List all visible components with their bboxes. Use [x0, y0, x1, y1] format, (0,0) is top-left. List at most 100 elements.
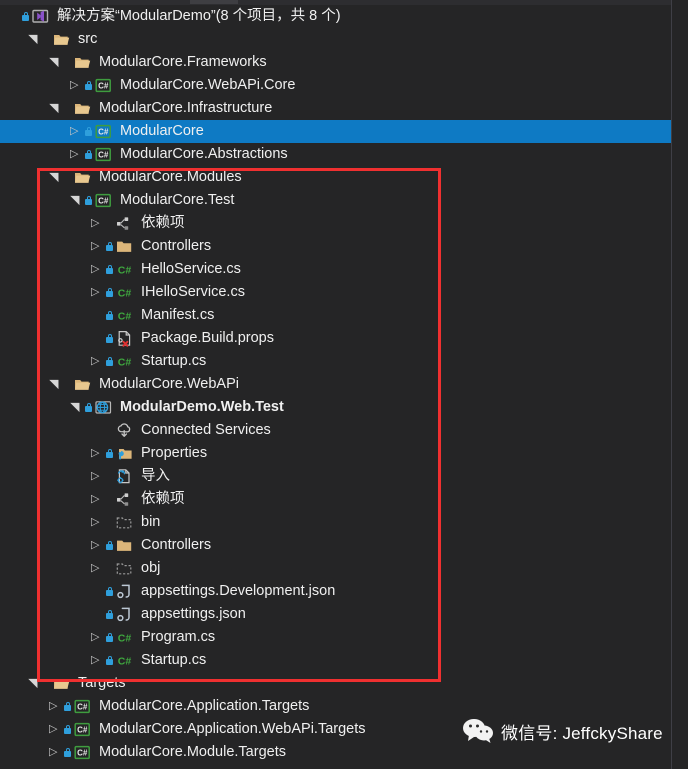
chevron-right-icon[interactable]: [90, 511, 105, 534]
tree-row-label: ModularCore.WebAPi: [99, 376, 239, 392]
tree-row[interactable]: bin: [0, 511, 671, 534]
chevron-right-icon[interactable]: [69, 143, 84, 166]
solution-tree[interactable]: 解决方案“ModularDemo”(8 个项目，共 8 个) src Modular…: [0, 5, 671, 764]
tree-row[interactable]: Package.Build.props: [0, 327, 671, 350]
tree-row[interactable]: src: [0, 28, 671, 51]
properties-folder-icon: [115, 442, 135, 465]
chevron-right-icon[interactable]: [69, 74, 84, 97]
tree-row[interactable]: 导入: [0, 465, 671, 488]
vertical-scrollbar-track[interactable]: [672, 0, 688, 769]
csharp-file-icon: C#: [115, 649, 135, 672]
tree-row[interactable]: appsettings.json: [0, 603, 671, 626]
tree-row[interactable]: C# ModularCore.Application.Targets: [0, 695, 671, 718]
chevron-down-icon[interactable]: [48, 97, 63, 120]
tree-row[interactable]: 依赖项: [0, 488, 671, 511]
tree-row-label: Package.Build.props: [141, 330, 274, 346]
tree-row-label: obj: [141, 560, 161, 576]
tree-row-label: 依赖项: [141, 215, 185, 231]
tree-row-label: ModularDemo.Web.Test: [120, 399, 284, 415]
tree-row-label: IHelloService.cs: [141, 284, 245, 300]
lock-icon: [105, 649, 114, 672]
tree-row-label: 依赖项: [141, 491, 185, 507]
tree-row[interactable]: Controllers: [0, 534, 671, 557]
chevron-down-icon[interactable]: [27, 28, 42, 51]
chevron-right-icon[interactable]: [90, 350, 105, 373]
chevron-right-icon[interactable]: [90, 442, 105, 465]
hidden-folder-icon: [115, 511, 135, 534]
folder-open-icon: [52, 672, 72, 695]
svg-text:C#: C#: [98, 196, 109, 205]
lock-icon: [105, 626, 114, 649]
chevron-right-icon[interactable]: [90, 235, 105, 258]
svg-text:C#: C#: [77, 725, 88, 734]
chevron-right-icon[interactable]: [90, 281, 105, 304]
chevron-right-icon[interactable]: [90, 557, 105, 580]
wechat-logo: [462, 718, 494, 744]
tree-row[interactable]: C# ModularCore.Abstractions: [0, 143, 671, 166]
tree-row[interactable]: C# IHelloService.cs: [0, 281, 671, 304]
tree-row[interactable]: C# Startup.cs: [0, 350, 671, 373]
tree-row[interactable]: C# ModularCore.Test: [0, 189, 671, 212]
chevron-down-icon[interactable]: [48, 373, 63, 396]
chevron-right-icon[interactable]: [90, 626, 105, 649]
tree-row-label: src: [78, 31, 98, 47]
csharp-project-icon: C#: [73, 718, 93, 741]
chevron-right-icon[interactable]: [90, 212, 105, 235]
svg-text:C#: C#: [98, 81, 109, 90]
tree-row[interactable]: 依赖项: [0, 212, 671, 235]
chevron-right-icon[interactable]: [69, 120, 84, 143]
lock-icon: [105, 534, 114, 557]
tree-row[interactable]: C# Program.cs: [0, 626, 671, 649]
lock-icon: [105, 258, 114, 281]
tree-row[interactable]: Properties: [0, 442, 671, 465]
chevron-down-icon[interactable]: [69, 189, 84, 212]
tree-row[interactable]: C# ModularCore.WebAPi.Core: [0, 74, 671, 97]
lock-icon: [105, 350, 114, 373]
chevron-right-icon[interactable]: [90, 488, 105, 511]
tree-row[interactable]: C# ModularCore.Module.Targets: [0, 741, 671, 764]
csharp-project-icon: C#: [94, 120, 114, 143]
chevron-down-icon[interactable]: [48, 166, 63, 189]
chevron-down-icon[interactable]: [48, 51, 63, 74]
lock-icon: [84, 143, 93, 166]
tree-row[interactable]: C# Startup.cs: [0, 649, 671, 672]
web-project-icon: [94, 396, 114, 419]
tree-row-label: Targets: [78, 675, 126, 691]
tree-row[interactable]: C# HelloService.cs: [0, 258, 671, 281]
tree-row[interactable]: ModularCore.WebAPi: [0, 373, 671, 396]
svg-text:C#: C#: [118, 287, 132, 299]
chevron-right-icon[interactable]: [90, 649, 105, 672]
toolbar-strip-nub: [190, 0, 238, 4]
tree-row[interactable]: ModularDemo.Web.Test: [0, 396, 671, 419]
tree-row[interactable]: Controllers: [0, 235, 671, 258]
tree-row[interactable]: Targets: [0, 672, 671, 695]
chevron-down-icon[interactable]: [69, 396, 84, 419]
watermark-text: 微信号: JeffckyShare: [501, 723, 663, 743]
lock-icon: [84, 120, 93, 143]
tree-row-selected[interactable]: C# ModularCore: [0, 120, 671, 143]
tree-row[interactable]: 解决方案“ModularDemo”(8 个项目，共 8 个): [0, 5, 671, 28]
json-file-icon: [115, 603, 135, 626]
tree-row[interactable]: Connected Services: [0, 419, 671, 442]
lock-icon: [105, 235, 114, 258]
expander-placeholder: [90, 304, 105, 327]
tree-row-label: Properties: [141, 445, 208, 461]
tree-row[interactable]: appsettings.Development.json: [0, 580, 671, 603]
chevron-right-icon[interactable]: [48, 695, 63, 718]
chevron-right-icon[interactable]: [90, 258, 105, 281]
svg-text:C#: C#: [98, 150, 109, 159]
tree-row[interactable]: ModularCore.Modules: [0, 166, 671, 189]
chevron-down-icon[interactable]: [27, 672, 42, 695]
folder-open-icon: [73, 373, 93, 396]
chevron-right-icon[interactable]: [90, 534, 105, 557]
tree-row[interactable]: ModularCore.Frameworks: [0, 51, 671, 74]
tree-row[interactable]: C# Manifest.cs: [0, 304, 671, 327]
tree-row-label: ModularCore.Application.Targets: [99, 698, 310, 714]
tree-row[interactable]: obj: [0, 557, 671, 580]
chevron-right-icon[interactable]: [48, 718, 63, 741]
tree-row[interactable]: ModularCore.Infrastructure: [0, 97, 671, 120]
dependencies-icon: [115, 212, 135, 235]
chevron-right-icon[interactable]: [48, 741, 63, 764]
svg-text:C#: C#: [77, 748, 88, 757]
chevron-right-icon[interactable]: [90, 465, 105, 488]
